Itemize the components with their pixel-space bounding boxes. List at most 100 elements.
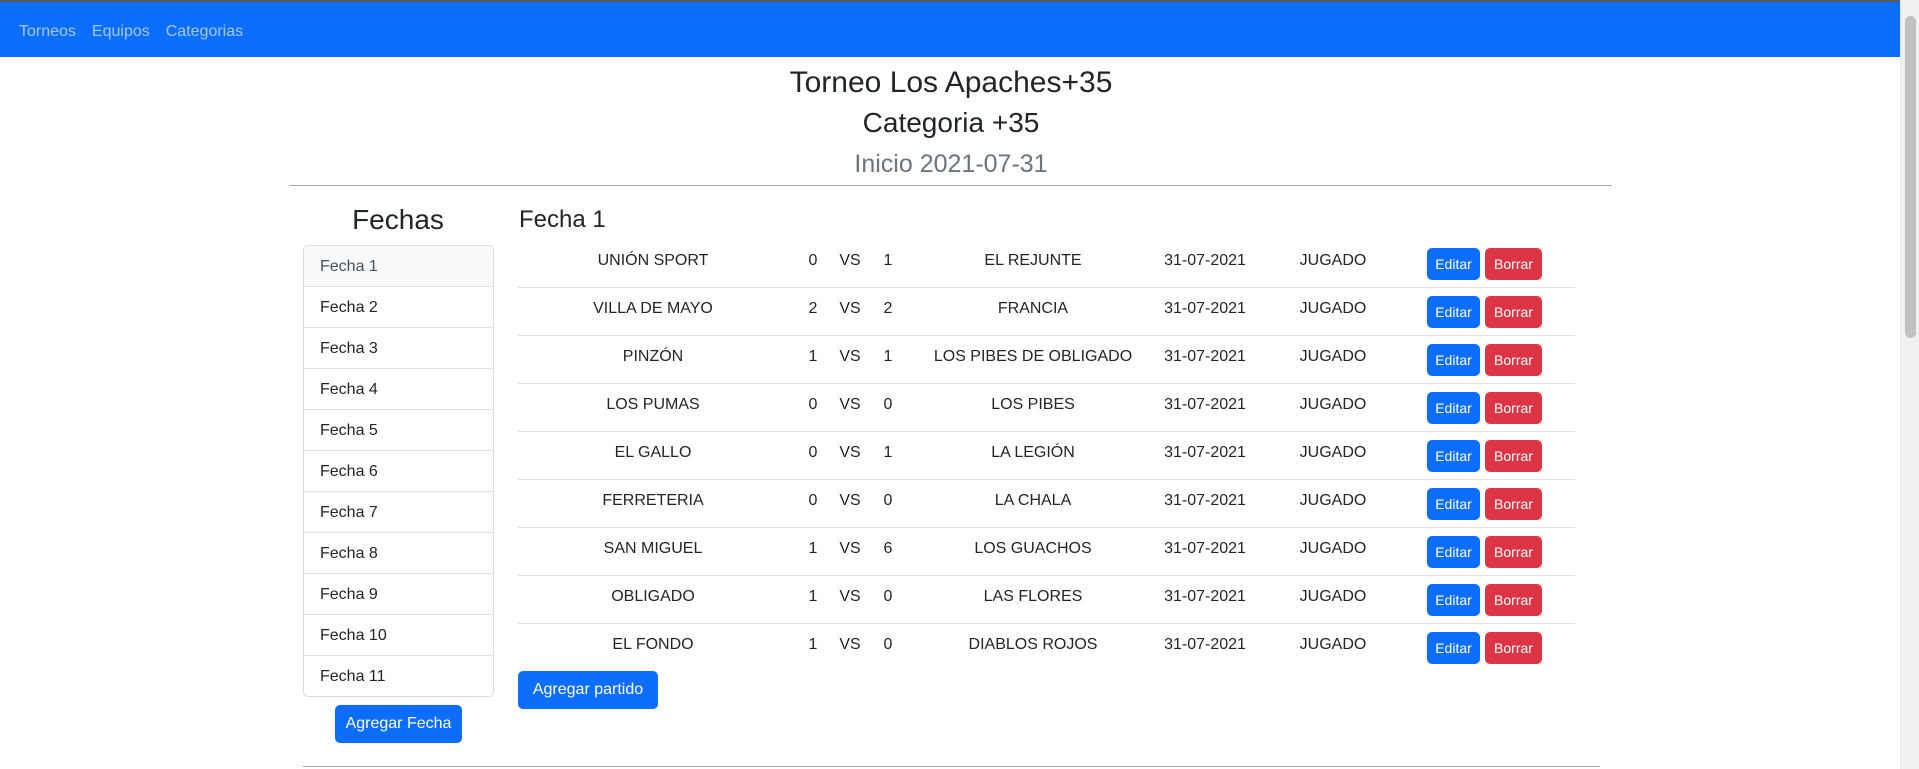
vs-label: VS xyxy=(839,252,861,269)
navbar: Torneos Equipos Categorias xyxy=(0,0,1900,57)
edit-button[interactable]: Editar xyxy=(1427,632,1480,664)
fecha-item-2[interactable]: Fecha 2 xyxy=(304,287,493,328)
sidebar-title: Fechas xyxy=(352,204,444,235)
away-score: 1 xyxy=(883,444,893,461)
match-row: EL FONDO 1 VS 0 DIABLOS ROJOS 31-07-2021… xyxy=(518,624,1575,672)
fecha-item-5[interactable]: Fecha 5 xyxy=(304,410,493,451)
edit-button[interactable]: Editar xyxy=(1427,344,1480,376)
match-row: VILLA DE MAYO 2 VS 2 FRANCIA 31-07-2021 … xyxy=(518,288,1575,336)
edit-button[interactable]: Editar xyxy=(1427,248,1480,280)
delete-button[interactable]: Borrar xyxy=(1485,344,1542,376)
fechas-list: Fecha 1 Fecha 2 Fecha 3 Fecha 4 Fecha 5 … xyxy=(303,245,494,697)
matches-table: UNIÓN SPORT 0 VS 1 EL REJUNTE 31-07-2021… xyxy=(518,240,1575,672)
match-status: JUGADO xyxy=(1299,540,1367,557)
away-score: 1 xyxy=(883,348,893,365)
fecha-item-10[interactable]: Fecha 10 xyxy=(304,615,493,656)
fecha-item-11[interactable]: Fecha 11 xyxy=(304,656,493,696)
edit-button[interactable]: Editar xyxy=(1427,584,1480,616)
away-score: 0 xyxy=(883,492,893,509)
home-team: UNIÓN SPORT xyxy=(597,252,709,269)
away-team: LA CHALA xyxy=(994,492,1072,509)
match-date: 31-07-2021 xyxy=(1164,444,1246,461)
add-partido-button[interactable]: Agregar partido xyxy=(518,671,658,709)
scrollbar[interactable] xyxy=(1900,0,1919,769)
fecha-item-4[interactable]: Fecha 4 xyxy=(304,369,493,410)
add-fecha-button[interactable]: Agregar Fecha xyxy=(335,705,462,743)
away-score: 0 xyxy=(883,636,893,653)
delete-button[interactable]: Borrar xyxy=(1485,248,1542,280)
delete-button[interactable]: Borrar xyxy=(1485,536,1542,568)
edit-button[interactable]: Editar xyxy=(1427,440,1480,472)
vs-label: VS xyxy=(839,588,861,605)
home-team: EL GALLO xyxy=(614,444,692,461)
delete-button[interactable]: Borrar xyxy=(1485,584,1542,616)
nav-links: Torneos Equipos Categorias xyxy=(19,23,243,41)
match-row: EL GALLO 0 VS 1 LA LEGIÓN 31-07-2021 JUG… xyxy=(518,432,1575,480)
vs-label: VS xyxy=(839,540,861,557)
match-status: JUGADO xyxy=(1299,348,1367,365)
fecha-item-6[interactable]: Fecha 6 xyxy=(304,451,493,492)
start-date-subtitle: Inicio 2021-07-31 xyxy=(854,150,1048,178)
match-status: JUGADO xyxy=(1299,492,1367,509)
home-team: VILLA DE MAYO xyxy=(593,300,713,317)
fecha-item-9[interactable]: Fecha 9 xyxy=(304,574,493,615)
away-score: 2 xyxy=(883,300,893,317)
fecha-item-7[interactable]: Fecha 7 xyxy=(304,492,493,533)
home-team: LOS PUMAS xyxy=(606,396,700,413)
away-team: EL REJUNTE xyxy=(984,252,1082,269)
match-status: JUGADO xyxy=(1299,588,1367,605)
fecha-item-1[interactable]: Fecha 1 xyxy=(304,246,493,287)
match-date: 31-07-2021 xyxy=(1164,636,1246,653)
edit-button[interactable]: Editar xyxy=(1427,536,1480,568)
home-score: 1 xyxy=(808,540,818,557)
edit-button[interactable]: Editar xyxy=(1427,392,1480,424)
edit-button[interactable]: Editar xyxy=(1427,296,1480,328)
delete-button[interactable]: Borrar xyxy=(1485,440,1542,472)
away-team: LOS PIBES DE OBLIGADO xyxy=(933,348,1133,365)
home-team: SAN MIGUEL xyxy=(603,540,703,557)
delete-button[interactable]: Borrar xyxy=(1485,392,1542,424)
divider xyxy=(290,185,1612,186)
away-team: LA LEGIÓN xyxy=(991,444,1075,461)
away-score: 0 xyxy=(883,588,893,605)
match-row: PINZÓN 1 VS 1 LOS PIBES DE OBLIGADO 31-0… xyxy=(518,336,1575,384)
match-date: 31-07-2021 xyxy=(1164,588,1246,605)
home-score: 0 xyxy=(808,444,818,461)
match-status: JUGADO xyxy=(1299,300,1367,317)
away-score: 0 xyxy=(883,396,893,413)
match-date: 31-07-2021 xyxy=(1164,540,1246,557)
home-score: 2 xyxy=(808,300,818,317)
away-team: LOS PIBES xyxy=(991,396,1075,413)
match-status: JUGADO xyxy=(1299,252,1367,269)
vs-label: VS xyxy=(839,348,861,365)
away-team: DIABLOS ROJOS xyxy=(968,636,1098,653)
away-team: LOS GUACHOS xyxy=(974,540,1092,557)
home-team: EL FONDO xyxy=(612,636,694,653)
away-team: FRANCIA xyxy=(997,300,1069,317)
edit-button[interactable]: Editar xyxy=(1427,488,1480,520)
divider xyxy=(303,766,1600,767)
nav-link-categorias[interactable]: Categorias xyxy=(166,23,243,41)
match-date: 31-07-2021 xyxy=(1164,396,1246,413)
match-date: 31-07-2021 xyxy=(1164,348,1246,365)
delete-button[interactable]: Borrar xyxy=(1485,488,1542,520)
away-team: LAS FLORES xyxy=(983,588,1083,605)
delete-button[interactable]: Borrar xyxy=(1485,296,1542,328)
away-score: 6 xyxy=(883,540,893,557)
nav-link-equipos[interactable]: Equipos xyxy=(92,23,150,41)
home-score: 0 xyxy=(808,492,818,509)
home-score: 0 xyxy=(808,396,818,413)
vs-label: VS xyxy=(839,396,861,413)
home-score: 1 xyxy=(808,636,818,653)
home-team: OBLIGADO xyxy=(611,588,695,605)
vs-label: VS xyxy=(839,636,861,653)
nav-link-torneos[interactable]: Torneos xyxy=(19,23,76,41)
match-status: JUGADO xyxy=(1299,444,1367,461)
fecha-item-8[interactable]: Fecha 8 xyxy=(304,533,493,574)
scrollbar-thumb[interactable] xyxy=(1905,16,1916,338)
match-row: FERRETERIA 0 VS 0 LA CHALA 31-07-2021 JU… xyxy=(518,480,1575,528)
match-status: JUGADO xyxy=(1299,636,1367,653)
home-team: FERRETERIA xyxy=(602,492,704,509)
fecha-item-3[interactable]: Fecha 3 xyxy=(304,328,493,369)
delete-button[interactable]: Borrar xyxy=(1485,632,1542,664)
